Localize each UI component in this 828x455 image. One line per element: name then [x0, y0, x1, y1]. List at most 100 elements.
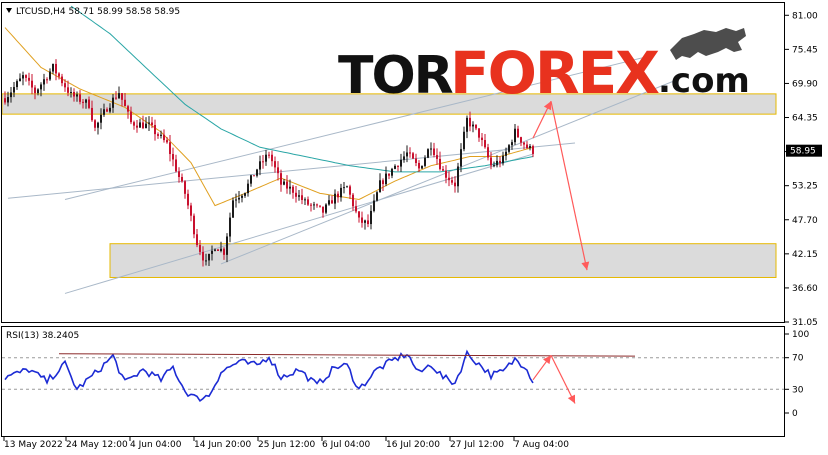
price-tick-label: 36.60 [792, 284, 818, 294]
candle-body [352, 194, 354, 207]
candle-body [439, 158, 441, 170]
candle-body [415, 158, 417, 164]
rsi-tick-label: 30 [792, 385, 804, 395]
candle-body [133, 122, 135, 126]
candle-body [406, 152, 408, 157]
candle-body [79, 94, 81, 102]
candle-body [511, 142, 513, 146]
candle-body [94, 120, 96, 128]
candle-body [253, 175, 255, 177]
candle-body [376, 192, 378, 201]
time-tick-label: 27 Jul 12:00 [450, 440, 504, 450]
candle-body [460, 149, 462, 167]
candle-body [22, 75, 24, 79]
candle-body [298, 195, 300, 197]
candle-body [205, 260, 207, 262]
candle-body [199, 245, 201, 252]
current-price-label: 58.95 [790, 147, 816, 157]
candle-body [349, 186, 351, 195]
current-price-tag: 58.95 [786, 144, 822, 157]
candle-body [109, 107, 111, 112]
candle-body [193, 215, 195, 235]
candle-body [337, 193, 339, 198]
candle-body [7, 97, 9, 103]
candle-body [313, 204, 315, 206]
candle-body [373, 200, 375, 211]
time-tick-label: 14 Jun 20:00 [194, 440, 251, 450]
candle-body [127, 106, 129, 112]
candle-body [139, 122, 141, 128]
symbol-header: LTCUSD,H4 58.71 58.99 58.58 58.95 [16, 7, 180, 17]
candle-body [430, 148, 432, 150]
candle-body [58, 73, 60, 77]
candle-body [202, 251, 204, 261]
candle-body [364, 220, 366, 223]
candle-body [412, 153, 414, 159]
candle-body [10, 92, 12, 98]
price-tick-label: 53.25 [792, 182, 818, 192]
rsi-header: RSI(13) 38.2405 [6, 331, 79, 341]
candle-body [400, 159, 402, 167]
candle-body [514, 128, 516, 143]
candle-body [208, 253, 210, 261]
candle-body [433, 148, 435, 156]
candle-body [472, 124, 474, 127]
candle-body [31, 80, 33, 88]
candle-body [427, 149, 429, 158]
candle-body [52, 63, 54, 72]
candle-body [343, 187, 345, 189]
candle-body [331, 200, 333, 204]
candle-body [361, 217, 363, 223]
candle-body [235, 199, 237, 201]
logo-text-tor: TOR [338, 46, 453, 106]
candle-body [484, 140, 486, 148]
candle-body [532, 146, 534, 154]
candle-body [394, 165, 396, 169]
candle-body [88, 99, 90, 108]
candle-body [184, 181, 186, 194]
candle-body [271, 154, 273, 162]
candle-body [466, 117, 468, 132]
candle-body [16, 81, 18, 88]
candle-body [355, 206, 357, 212]
candle-body [169, 142, 171, 155]
candle-body [112, 97, 114, 108]
candle-body [115, 97, 117, 99]
candle-body [325, 204, 327, 213]
candle-body [319, 205, 321, 207]
rsi-tick-label: 100 [792, 330, 809, 340]
candle-body [43, 79, 45, 85]
candle-body [409, 152, 411, 154]
candle-body [277, 167, 279, 174]
candle-body [451, 180, 453, 183]
candle-body [55, 63, 57, 74]
candle-body [4, 98, 6, 103]
candle-body [160, 134, 162, 136]
candle-body [73, 91, 75, 97]
candle-body [238, 197, 240, 200]
candle-body [196, 234, 198, 246]
time-tick-label: 7 Aug 04:00 [514, 440, 569, 450]
candle-body [346, 186, 348, 188]
candle-body [76, 94, 78, 97]
candle-body [28, 77, 30, 81]
candle-body [316, 204, 318, 206]
candle-body [226, 236, 228, 255]
candle-body [502, 155, 504, 164]
candle-body [250, 175, 252, 184]
candle-body [274, 161, 276, 168]
candle-body [328, 200, 330, 205]
candle-body [289, 186, 291, 189]
candle-body [211, 250, 213, 254]
candle-body [91, 107, 93, 121]
candle-body [481, 137, 483, 141]
rsi-tick-label: 70 [792, 354, 804, 364]
candle-body [34, 87, 36, 94]
candle-body [424, 157, 426, 166]
time-tick-label: 24 May 12:00 [66, 440, 128, 450]
candle-body [256, 169, 258, 176]
candle-body [262, 161, 264, 163]
candle-body [148, 122, 150, 124]
candle-body [103, 109, 105, 115]
candle-body [64, 83, 66, 88]
